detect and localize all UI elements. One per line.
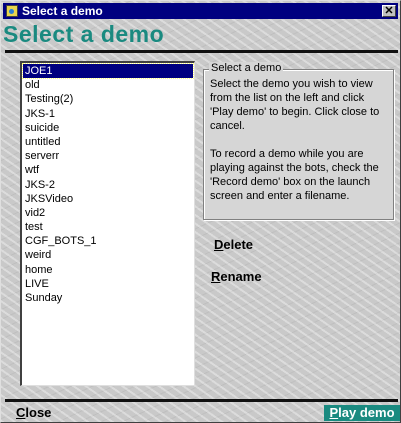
list-item[interactable]: serverr [23, 149, 193, 163]
close-accelerator: C [16, 405, 26, 420]
delete-accelerator: D [214, 237, 224, 252]
delete-label: elete [223, 237, 254, 252]
close-button[interactable]: Close [16, 405, 51, 420]
list-item[interactable]: vid2 [23, 206, 193, 220]
close-icon: ✕ [384, 5, 394, 17]
page-title: Select a demo [3, 21, 165, 47]
close-label: lose [25, 405, 52, 420]
list-item[interactable]: test [23, 220, 193, 234]
rename-button[interactable]: Rename [211, 269, 262, 284]
info-paragraph-2: To record a demo while you are playing a… [210, 148, 379, 202]
play-demo-button[interactable]: Play demo [324, 405, 400, 421]
list-item[interactable]: JKS-1 [23, 107, 193, 121]
list-item[interactable]: suicide [23, 121, 193, 135]
list-item[interactable]: JKSVideo [23, 192, 193, 206]
app-icon [6, 5, 18, 17]
list-item[interactable]: LIVE [23, 277, 193, 291]
window-title: Select a demo [22, 4, 103, 18]
list-item[interactable]: Testing(2) [23, 92, 193, 106]
info-group-text: Select the demo you wish to view from th… [210, 77, 390, 217]
select-demo-dialog: Select a demo ✕ Select a demo JOE1 old Tes… [0, 0, 401, 423]
list-item[interactable]: JKS-2 [23, 178, 193, 192]
delete-button[interactable]: Delete [214, 237, 253, 252]
close-window-button[interactable]: ✕ [382, 5, 396, 17]
list-item[interactable]: JOE1 [22, 63, 194, 80]
list-item[interactable]: home [23, 263, 193, 277]
footer-divider [5, 399, 398, 402]
list-item[interactable]: Sunday [23, 291, 193, 305]
info-group-title: Select a demo [209, 62, 284, 74]
list-item[interactable]: CGF_BOTS_1 [23, 234, 193, 248]
rename-accelerator: R [211, 269, 221, 284]
header-divider [5, 50, 398, 53]
list-item[interactable]: weird [23, 248, 193, 262]
play-label: lay demo [338, 405, 395, 420]
info-paragraph-1: Select the demo you wish to view from th… [210, 78, 380, 132]
list-item[interactable]: wtf [23, 163, 193, 177]
play-accelerator: P [329, 405, 339, 420]
list-item[interactable]: untitled [23, 135, 193, 149]
demo-list[interactable]: JOE1 old Testing(2) JKS-1 suicide untitled ser… [20, 61, 195, 386]
list-item[interactable]: old [23, 78, 193, 92]
title-bar[interactable]: Select a demo ✕ [3, 3, 398, 19]
rename-label: ename [220, 269, 262, 284]
